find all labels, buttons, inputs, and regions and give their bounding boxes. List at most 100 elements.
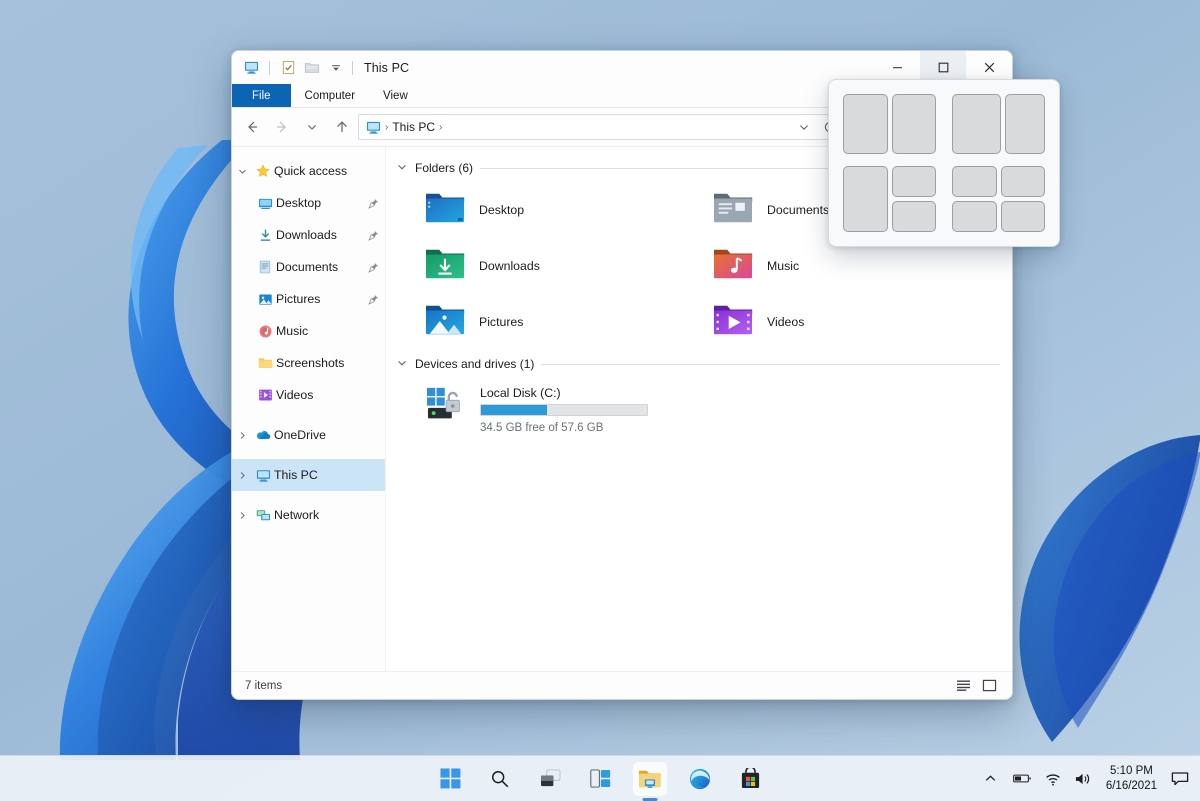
sidebar-item-quick-access[interactable]: Quick access bbox=[232, 155, 385, 187]
forward-button[interactable] bbox=[268, 113, 296, 141]
tab-computer[interactable]: Computer bbox=[291, 84, 370, 107]
chevron-down-icon[interactable] bbox=[396, 358, 408, 371]
drive-item-local-disk-c[interactable]: Local Disk (C:) 34.5 GB free of 57.6 GB bbox=[426, 385, 1000, 434]
chevron-down-icon[interactable] bbox=[232, 167, 252, 176]
drives-group-header[interactable]: Devices and drives (1) bbox=[396, 353, 1000, 375]
quick-access-toolbar[interactable] bbox=[240, 57, 347, 79]
pin-icon[interactable] bbox=[368, 262, 379, 273]
snap-cell[interactable] bbox=[952, 94, 1002, 154]
chevron-right-icon[interactable] bbox=[232, 471, 252, 480]
chevron-right-icon[interactable] bbox=[232, 511, 252, 520]
store-button[interactable] bbox=[733, 762, 767, 796]
address-bar[interactable]: › This PC › bbox=[358, 114, 846, 140]
drive-usage-bar bbox=[480, 404, 648, 416]
snap-cell[interactable] bbox=[1000, 201, 1045, 232]
wifi-icon[interactable] bbox=[1044, 769, 1062, 789]
show-hidden-icons-chevron-icon[interactable] bbox=[982, 769, 1000, 789]
desktop[interactable]: This PC File Computer View › This PC › S… bbox=[0, 0, 1200, 801]
folder-tile-desktop[interactable]: Desktop bbox=[424, 187, 712, 233]
recent-locations-chevron-icon[interactable] bbox=[298, 113, 326, 141]
details-view-button[interactable] bbox=[952, 676, 974, 696]
snap-cell[interactable] bbox=[891, 94, 936, 154]
sidebar-item-desktop[interactable]: Desktop bbox=[232, 187, 385, 219]
chevron-down-icon[interactable] bbox=[396, 162, 408, 175]
taskbar-app-area[interactable] bbox=[433, 761, 767, 796]
snap-four-quadrants[interactable] bbox=[952, 166, 1045, 232]
sidebar-item-network[interactable]: Network bbox=[232, 499, 385, 531]
snap-cell[interactable] bbox=[843, 166, 888, 232]
properties-icon[interactable] bbox=[277, 57, 299, 79]
chevron-right-icon[interactable] bbox=[232, 431, 252, 440]
network-icon bbox=[252, 508, 274, 523]
snap-cell[interactable] bbox=[1000, 166, 1045, 197]
battery-icon[interactable] bbox=[1012, 769, 1031, 789]
snap-cell[interactable] bbox=[952, 201, 997, 232]
this-pc-icon[interactable] bbox=[240, 57, 262, 79]
notification-icon[interactable] bbox=[1170, 769, 1190, 789]
drive-free-text: 34.5 GB free of 57.6 GB bbox=[480, 422, 604, 434]
view-buttons[interactable] bbox=[952, 676, 1000, 696]
back-button[interactable] bbox=[238, 113, 266, 141]
snap-cell-group[interactable] bbox=[1005, 94, 1045, 154]
breadcrumb[interactable]: › This PC › bbox=[366, 120, 791, 135]
widgets-button[interactable] bbox=[583, 762, 617, 796]
videos-icon bbox=[254, 388, 276, 402]
snap-cell-group[interactable] bbox=[891, 166, 936, 232]
folder-tile-videos[interactable]: Videos bbox=[712, 299, 1000, 345]
folder-tile-music[interactable]: Music bbox=[712, 243, 1000, 289]
tile-label: Documents bbox=[767, 203, 830, 217]
edge-button[interactable] bbox=[683, 762, 717, 796]
snap-one-left-two-right[interactable] bbox=[843, 166, 936, 232]
folder-tile-downloads[interactable]: Downloads bbox=[424, 243, 712, 289]
snap-cell[interactable] bbox=[891, 201, 936, 232]
task-view-button[interactable] bbox=[533, 762, 567, 796]
sidebar-item-label: OneDrive bbox=[274, 428, 326, 442]
pin-icon[interactable] bbox=[368, 294, 379, 305]
breadcrumb-item-this-pc[interactable]: This PC bbox=[392, 120, 435, 134]
documents-icon bbox=[254, 260, 276, 274]
tile-label: Downloads bbox=[479, 259, 540, 273]
snap-cell[interactable] bbox=[1005, 94, 1045, 154]
navigation-pane[interactable]: Quick access Desktop Downloads Documents… bbox=[232, 147, 386, 671]
sidebar-item-this-pc[interactable]: This PC bbox=[232, 459, 385, 491]
snap-cell-group[interactable] bbox=[843, 166, 888, 232]
snap-cell-group[interactable] bbox=[1000, 166, 1045, 232]
file-explorer-button[interactable] bbox=[633, 761, 667, 796]
snap-cell[interactable] bbox=[891, 166, 936, 197]
snap-cell[interactable] bbox=[843, 94, 888, 154]
snap-two-equal-columns[interactable] bbox=[843, 94, 936, 154]
snap-cell-group[interactable] bbox=[891, 94, 936, 154]
sidebar-item-videos[interactable]: Videos bbox=[232, 379, 385, 411]
new-folder-icon[interactable] bbox=[301, 57, 323, 79]
large-icons-view-button[interactable] bbox=[978, 676, 1000, 696]
tab-file[interactable]: File bbox=[232, 84, 291, 107]
taskbar[interactable]: 5:10 PM 6/16/2021 bbox=[0, 755, 1200, 801]
start-button[interactable] bbox=[433, 762, 467, 796]
snap-layouts-flyout[interactable] bbox=[828, 79, 1060, 247]
sidebar-item-music[interactable]: Music bbox=[232, 315, 385, 347]
search-button[interactable] bbox=[483, 762, 517, 796]
up-button[interactable] bbox=[328, 113, 356, 141]
pin-icon[interactable] bbox=[368, 230, 379, 241]
snap-cell[interactable] bbox=[952, 166, 997, 197]
folder-tile-pictures[interactable]: Pictures bbox=[424, 299, 712, 345]
address-dropdown-chevron-icon[interactable] bbox=[791, 115, 817, 139]
breadcrumb-separator-end[interactable]: › bbox=[438, 122, 443, 133]
snap-two-wide-narrow[interactable] bbox=[952, 94, 1045, 154]
customize-qat-chevron-icon[interactable] bbox=[325, 57, 347, 79]
snap-cell-group[interactable] bbox=[843, 94, 888, 154]
pin-icon[interactable] bbox=[368, 198, 379, 209]
sidebar-item-documents[interactable]: Documents bbox=[232, 251, 385, 283]
drive-list[interactable]: Local Disk (C:) 34.5 GB free of 57.6 GB bbox=[396, 379, 1000, 434]
sidebar-item-onedrive[interactable]: OneDrive bbox=[232, 419, 385, 451]
snap-cell-group[interactable] bbox=[952, 94, 1002, 154]
onedrive-icon bbox=[252, 429, 274, 441]
volume-icon[interactable] bbox=[1075, 769, 1093, 789]
snap-cell-group[interactable] bbox=[952, 166, 997, 232]
tab-view[interactable]: View bbox=[369, 84, 422, 107]
sidebar-item-pictures[interactable]: Pictures bbox=[232, 283, 385, 315]
sidebar-item-screenshots[interactable]: Screenshots bbox=[232, 347, 385, 379]
system-tray[interactable]: 5:10 PM 6/16/2021 bbox=[982, 764, 1190, 794]
clock[interactable]: 5:10 PM 6/16/2021 bbox=[1106, 764, 1157, 794]
sidebar-item-downloads[interactable]: Downloads bbox=[232, 219, 385, 251]
